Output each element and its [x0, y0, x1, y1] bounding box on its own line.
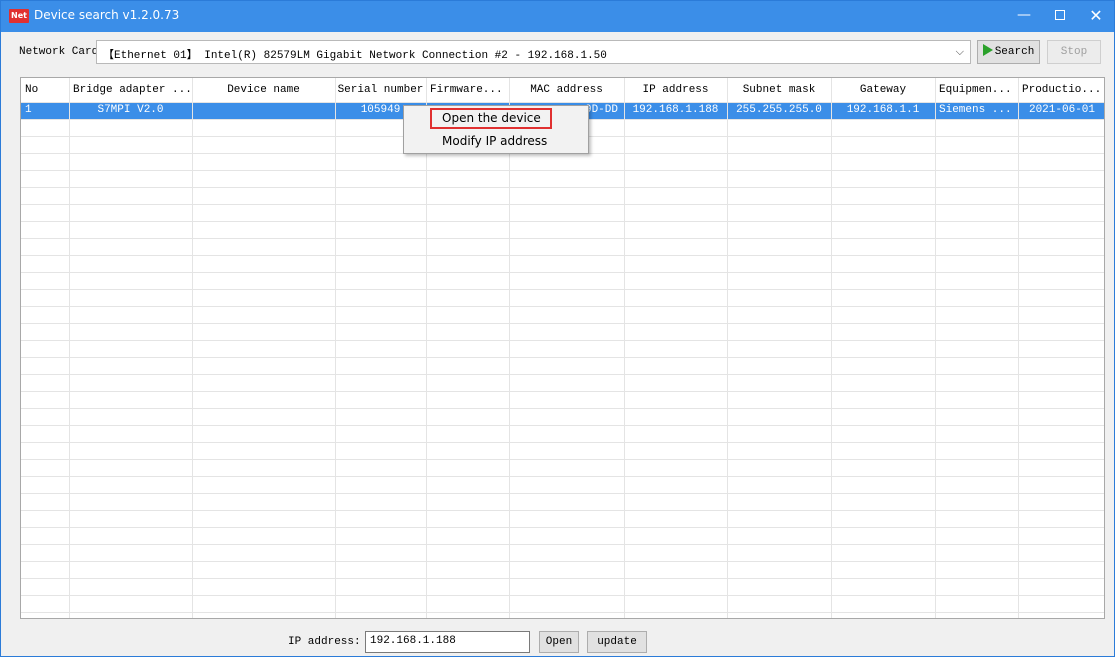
table-cell[interactable]: 1 — [21, 102, 69, 119]
ip-address-label: IP address: — [288, 636, 361, 648]
column-divider — [69, 78, 70, 618]
play-icon — [982, 44, 993, 56]
row-divider — [21, 374, 1104, 375]
row-divider — [21, 425, 1104, 426]
row-divider — [21, 323, 1104, 324]
row-divider — [21, 408, 1104, 409]
menu-item-modify-ip[interactable]: Modify IP address — [442, 134, 547, 148]
row-divider — [21, 170, 1104, 171]
open-button[interactable]: Open — [539, 631, 579, 653]
table-cell[interactable]: 2021-06-01 — [1018, 102, 1104, 119]
table-cell[interactable]: 192.168.1.188 — [624, 102, 727, 119]
hdr-production[interactable]: Productio... — [1018, 78, 1104, 102]
app-logo-icon: Net — [9, 9, 29, 23]
hdr-firmware[interactable]: Firmware... — [426, 78, 509, 102]
hdr-gateway[interactable]: Gateway — [831, 78, 935, 102]
row-divider — [21, 493, 1104, 494]
minimize-button[interactable]: — — [1006, 1, 1042, 32]
column-divider — [935, 78, 936, 618]
maximize-button[interactable] — [1042, 1, 1078, 32]
row-divider — [21, 204, 1104, 205]
maximize-icon — [1055, 10, 1065, 20]
ip-address-input[interactable]: 192.168.1.188 — [365, 631, 530, 653]
title-bar[interactable]: Net Device search v1.2.0.73 — ✕ — [1, 1, 1114, 32]
hdr-ip-address[interactable]: IP address — [624, 78, 727, 102]
row-divider — [21, 306, 1104, 307]
row-divider — [21, 289, 1104, 290]
row-divider — [21, 187, 1104, 188]
column-divider — [509, 78, 510, 618]
update-button[interactable]: update — [587, 631, 647, 653]
network-card-select[interactable]: 【Ethernet 01】 Intel(R) 82579LM Gigabit N… — [96, 40, 971, 64]
table-cell[interactable] — [192, 102, 335, 119]
device-table[interactable]: No Bridge adapter ... Device name Serial nu… — [20, 77, 1105, 619]
search-button-label: Search — [994, 46, 1035, 58]
close-button[interactable]: ✕ — [1078, 1, 1114, 32]
hdr-equipment[interactable]: Equipmen... — [935, 78, 1018, 102]
highlight-box — [430, 108, 552, 129]
hdr-bridge-adapter[interactable]: Bridge adapter ... — [69, 78, 192, 102]
window-title: Device search v1.2.0.73 — [34, 8, 180, 22]
row-divider — [21, 561, 1104, 562]
column-divider — [335, 78, 336, 618]
hdr-device-name[interactable]: Device name — [192, 78, 335, 102]
table-cell[interactable]: Siemens ... — [935, 102, 1018, 119]
row-divider — [21, 510, 1104, 511]
row-divider — [21, 476, 1104, 477]
row-divider — [21, 357, 1104, 358]
table-cell[interactable]: S7MPI V2.0 — [69, 102, 192, 119]
table-cell[interactable]: 192.168.1.1 — [831, 102, 935, 119]
stop-button[interactable]: Stop — [1047, 40, 1101, 64]
network-card-value: 【Ethernet 01】 Intel(R) 82579LM Gigabit N… — [103, 50, 607, 62]
network-card-label: Network Card — [19, 46, 99, 58]
hdr-mac-address[interactable]: MAC address — [509, 78, 624, 102]
row-divider — [21, 612, 1104, 613]
row-divider — [21, 255, 1104, 256]
row-divider — [21, 527, 1104, 528]
column-divider — [426, 78, 427, 618]
row-divider — [21, 595, 1104, 596]
column-divider — [624, 78, 625, 618]
hdr-no[interactable]: No — [21, 78, 69, 102]
column-divider — [831, 78, 832, 618]
table-cell[interactable]: 255.255.255.0 — [727, 102, 831, 119]
row-divider — [21, 578, 1104, 579]
row-divider — [21, 221, 1104, 222]
row-divider — [21, 459, 1104, 460]
column-divider — [192, 78, 193, 618]
device-search-window: Net Device search v1.2.0.73 — ✕ Network … — [0, 0, 1115, 657]
row-divider — [21, 391, 1104, 392]
column-divider — [727, 78, 728, 618]
hdr-serial-number[interactable]: Serial number — [335, 78, 426, 102]
row-divider — [21, 238, 1104, 239]
search-button[interactable]: Search — [977, 40, 1040, 64]
column-divider — [1018, 78, 1019, 618]
row-divider — [21, 442, 1104, 443]
row-divider — [21, 340, 1104, 341]
hdr-subnet-mask[interactable]: Subnet mask — [727, 78, 831, 102]
chevron-down-icon[interactable]: ⌵ — [956, 45, 964, 59]
row-divider — [21, 272, 1104, 273]
row-divider — [21, 544, 1104, 545]
